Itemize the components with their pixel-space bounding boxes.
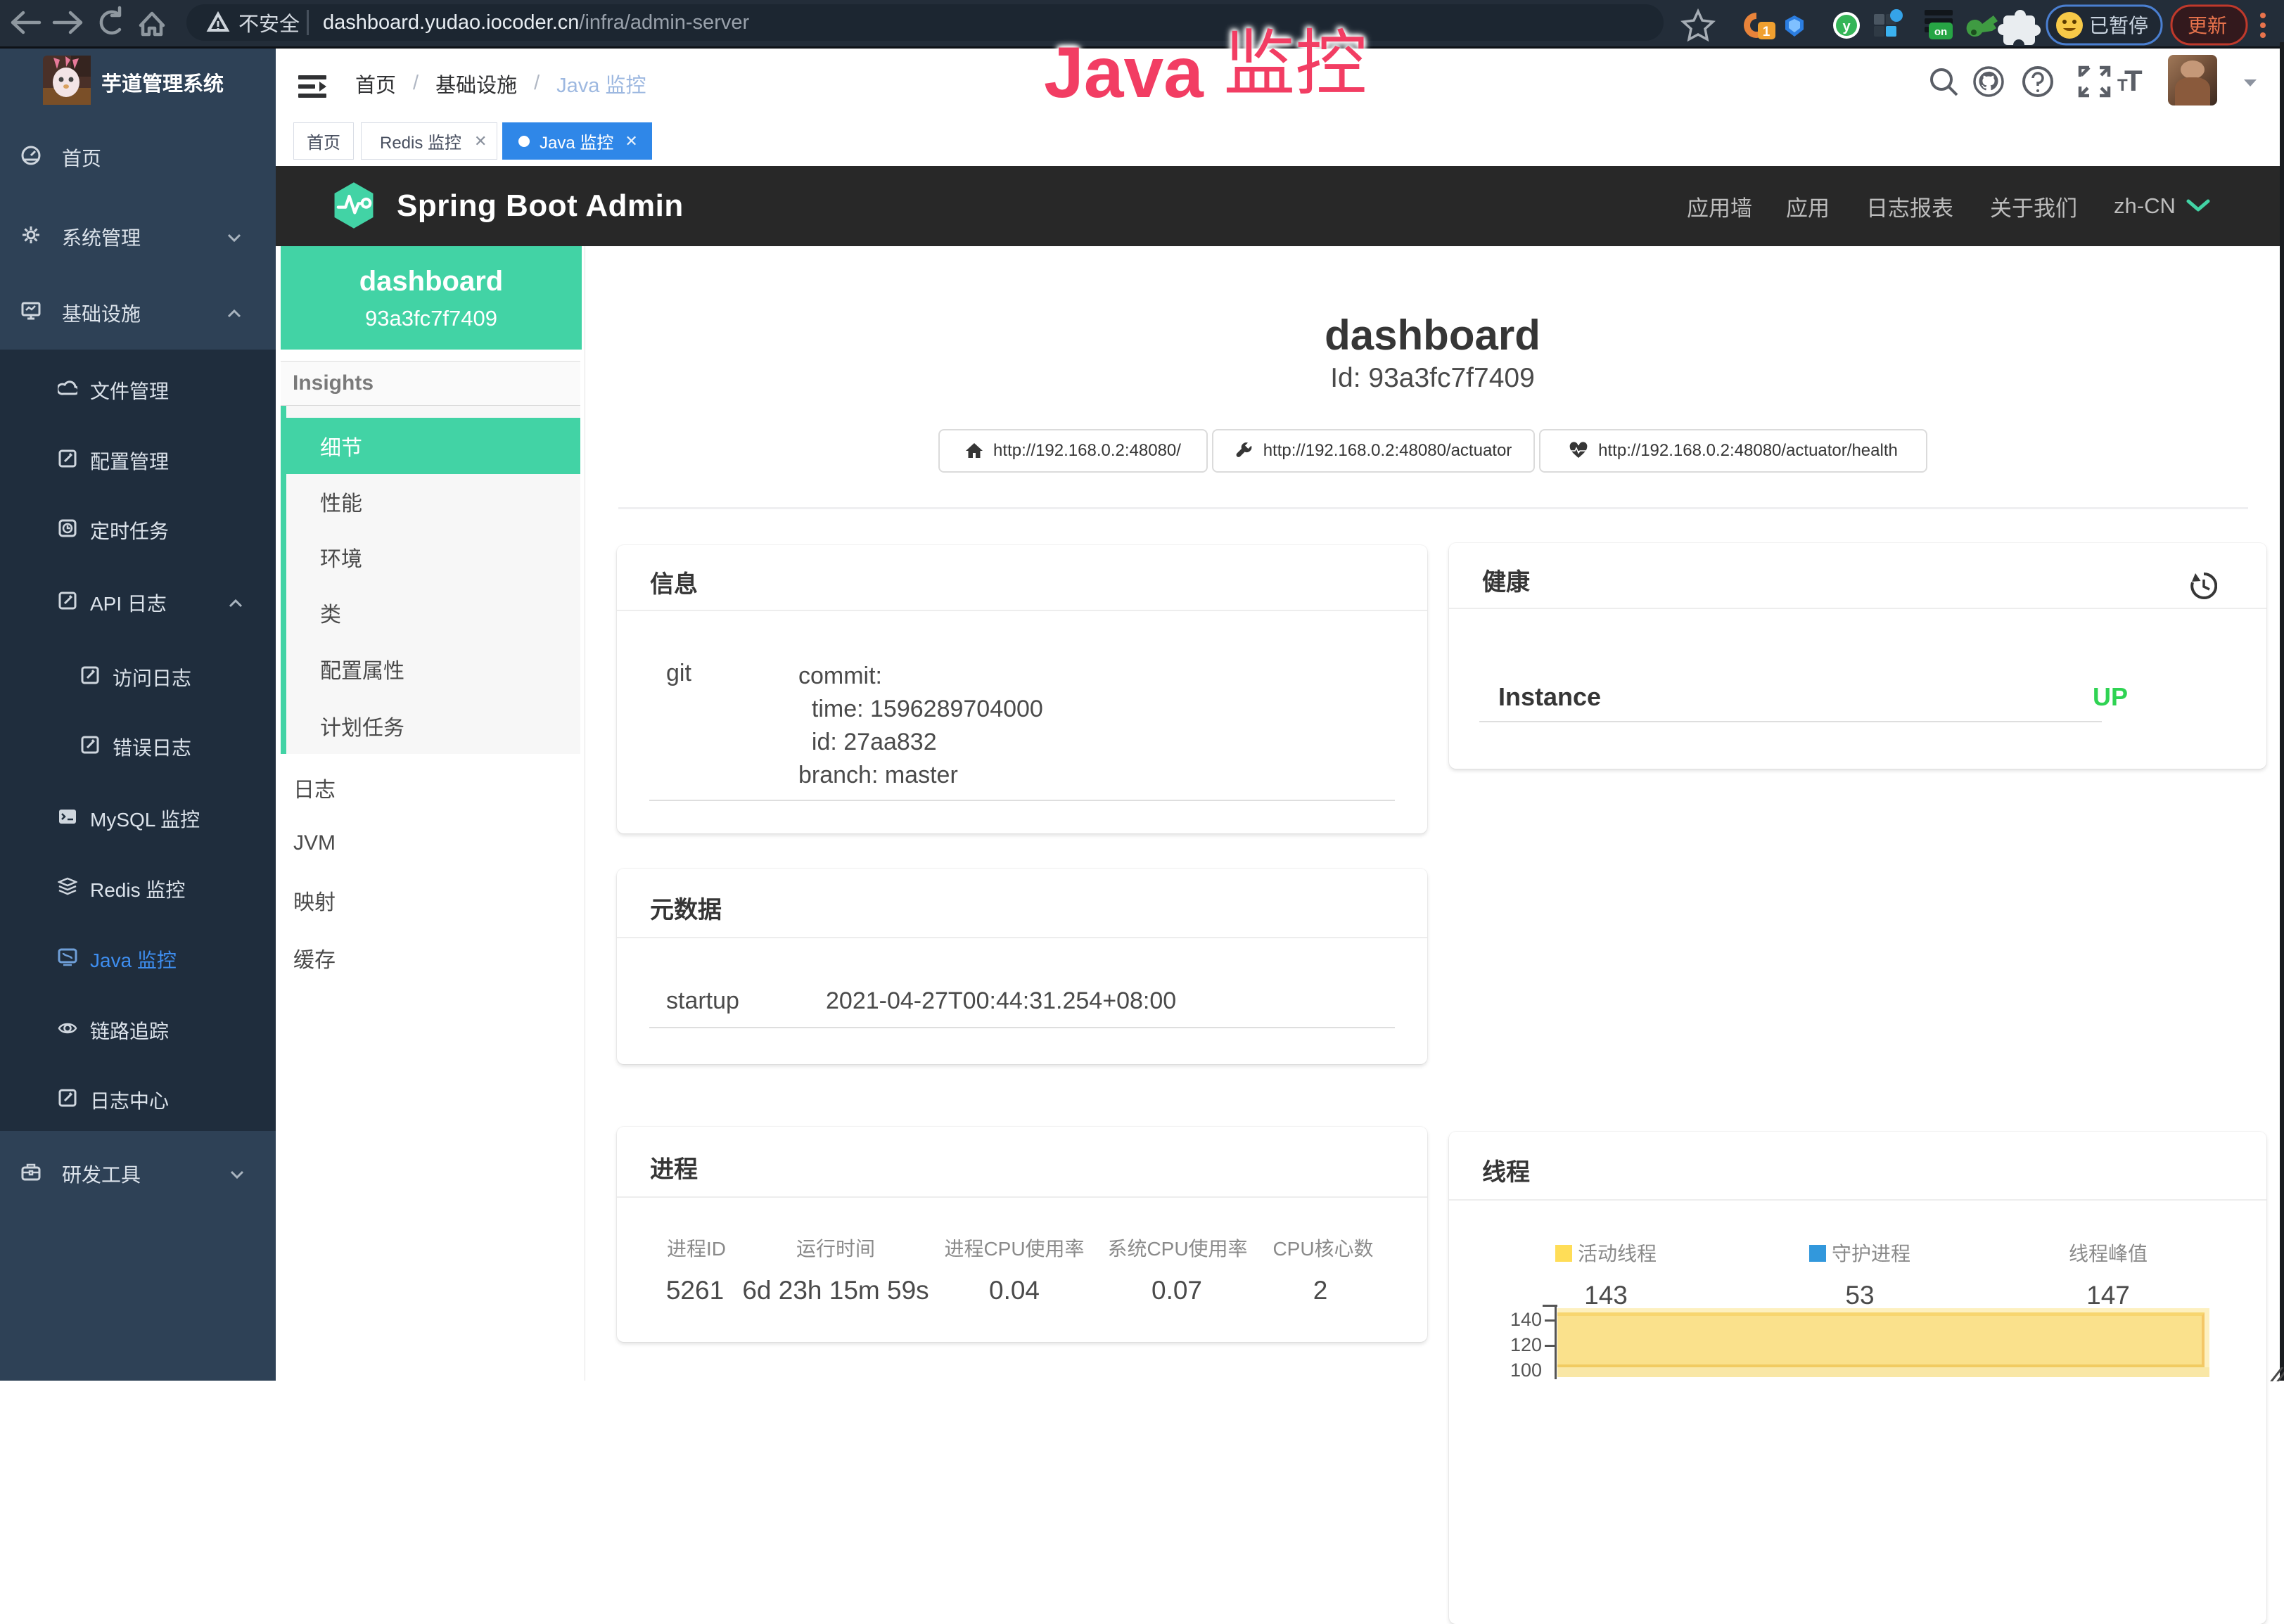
svg-text:更新: 更新 xyxy=(2188,15,2227,37)
svg-text:1: 1 xyxy=(1763,25,1771,39)
svg-text:y: y xyxy=(1842,19,1851,34)
svg-text:on: on xyxy=(1934,26,1947,38)
svg-text:已暂停: 已暂停 xyxy=(2089,15,2148,37)
svg-text:T: T xyxy=(2117,76,2128,95)
